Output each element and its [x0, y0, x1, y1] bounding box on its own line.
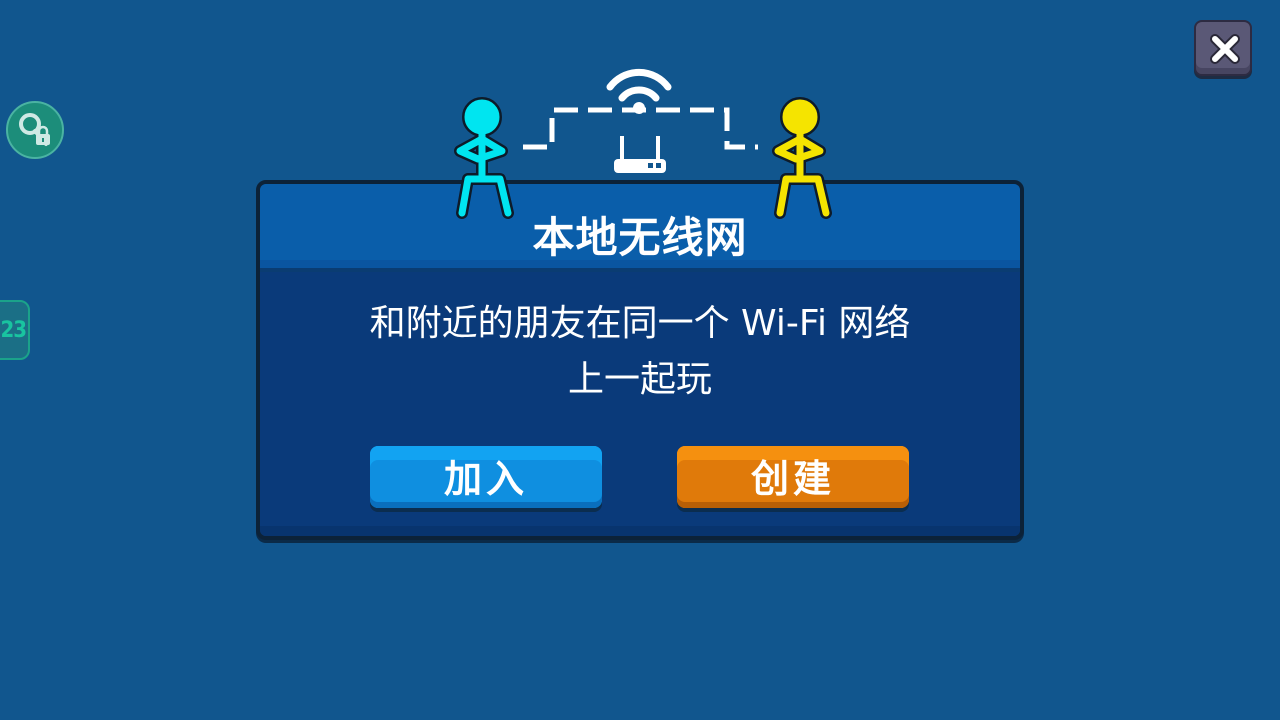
join-button[interactable]: 加入 [370, 446, 602, 508]
dialog-bottom-band [260, 526, 1020, 536]
close-icon [1210, 34, 1240, 64]
dialog-message: 和附近的朋友在同一个 Wi-Fi 网络 上一起玩 [300, 296, 980, 408]
dialog-message-line2: 上一起玩 [567, 359, 712, 400]
player-yellow-figure [772, 97, 832, 219]
wifi-illustration [454, 68, 832, 219]
dialog-message-line1: 和附近的朋友在同一个 Wi-Fi 网络 [369, 303, 911, 344]
room-code-text: 23 [0, 318, 27, 343]
router-icon [614, 136, 666, 173]
local-wifi-dialog: 本地无线网 和附近的朋友在同一个 Wi-Fi 网络 上一起玩 加入 创建 [256, 180, 1024, 540]
private-room-button[interactable] [6, 101, 64, 159]
create-button[interactable]: 创建 [677, 446, 909, 508]
game-screen: 23 本地无线网 和附近的朋友在同一个 Wi-Fi 网络 上一起玩 加入 创建 [0, 0, 1280, 720]
close-button[interactable] [1194, 20, 1252, 76]
player-cyan-figure [454, 97, 514, 219]
room-code-button[interactable]: 23 [0, 300, 30, 360]
connection-line [523, 107, 758, 150]
key-lock-icon [19, 113, 50, 146]
